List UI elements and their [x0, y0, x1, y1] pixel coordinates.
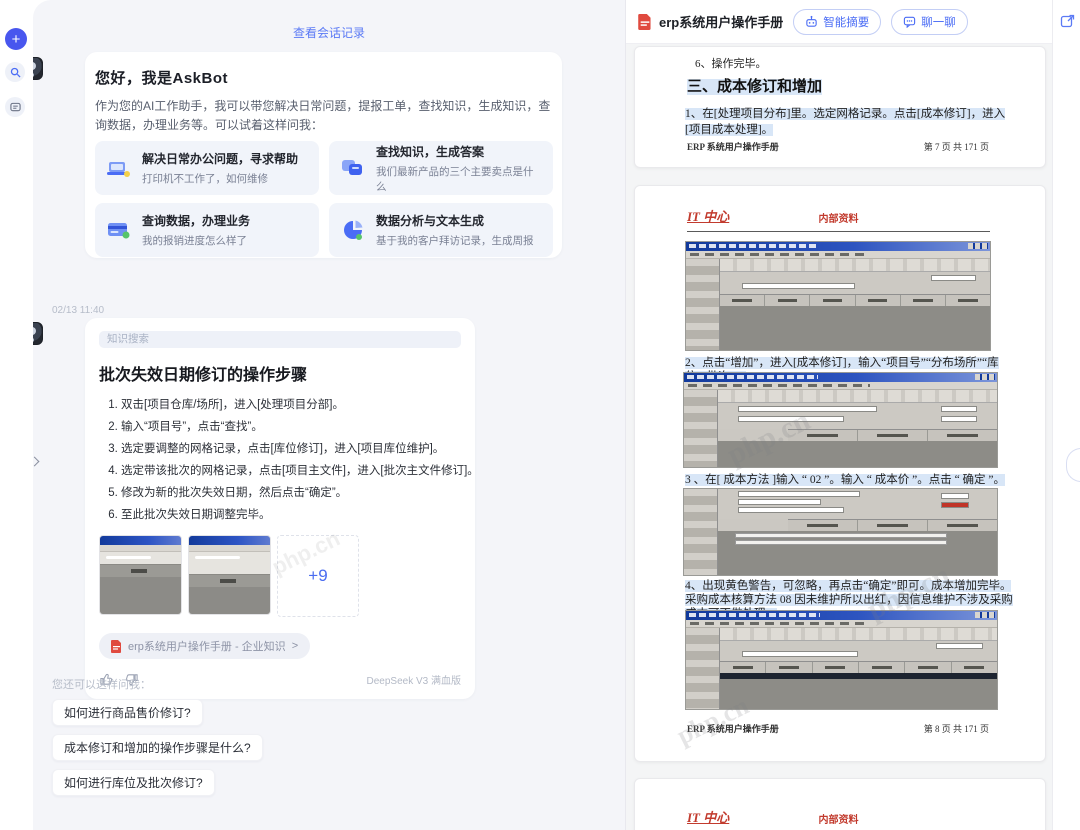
suggestion-card-grid: 解决日常办公问题，寻求帮助打印机不工作了，如何维修 查找知识，生成答案我们最新产…	[95, 141, 553, 257]
welcome-description: 作为您的AI工作助手，我可以带您解决日常问题，提报工单，查找知识，生成知识，查询…	[95, 97, 553, 135]
new-chat-button[interactable]: +	[5, 28, 27, 50]
card-title: 查询数据，办理业务	[142, 212, 250, 229]
plus-icon: +	[12, 32, 21, 47]
card-subtitle: 我们最新产品的三个主要卖点是什么	[376, 164, 543, 194]
collapse-panel-chevron-icon[interactable]	[31, 452, 45, 470]
answer-step: 双击[项目仓库/场所]，进入[处理项目分部]。	[121, 394, 461, 416]
search-icon	[10, 67, 21, 78]
message-timestamp: 02/13 11:40	[52, 305, 104, 316]
card-subtitle: 我的报销进度怎么样了	[142, 233, 250, 248]
suggestion-card-office-help[interactable]: 解决日常办公问题，寻求帮助打印机不工作了，如何维修	[95, 141, 319, 195]
erp-screenshot-thumbnail-2[interactable]	[188, 535, 271, 615]
suggestion-card-analysis[interactable]: 数据分析与文本生成基于我的客户拜访记录，生成周报	[329, 203, 553, 257]
answer-title: 批次失效日期修订的操作步骤	[99, 361, 461, 385]
followup-question[interactable]: 如何进行商品售价修订?	[52, 699, 203, 726]
smart-summary-label: 智能摘要	[823, 14, 869, 30]
conversations-button[interactable]	[5, 97, 25, 117]
chat-about-doc-button[interactable]: 聊一聊	[891, 9, 968, 35]
citation-arrow-icon: >	[292, 640, 298, 652]
followup-question[interactable]: 如何进行库位及批次修订?	[52, 769, 215, 796]
document-scroll-area[interactable]: 6、操作完毕。 三、成本修订和增加 1、在[处理项目分布]里。选定网格记录。点击…	[626, 44, 1052, 830]
chat-bubble-icon	[903, 15, 916, 28]
knowledge-search-badge: 知识搜索	[99, 331, 461, 348]
doc-text: 1、在[处理项目分布]里。选定网格记录。点击[成本修订]，进入[项目成本处理]。	[685, 105, 1019, 137]
card-title: 解决日常办公问题，寻求帮助	[142, 150, 298, 167]
document-header: erp系统用户操作手册 智能摘要 聊一聊	[626, 0, 1052, 44]
footer-title: ERP 系统用户操作手册	[687, 722, 779, 735]
pdf-page-8: IT 中心 内部资料	[634, 185, 1046, 762]
answer-step: 选定要调整的网格记录，点击[库位修订]，进入[项目库位维护]。	[121, 438, 461, 460]
citation-pill[interactable]: erp系统用户操作手册 - 企业知识 >	[99, 633, 310, 659]
answer-step: 选定带该批次的网格记录，点击[项目主文件]，进入[批次主文件修订]。	[121, 460, 461, 482]
app-window: + 查看会话记录 您好，我是AskBot 作为您的AI工作助手，我可以带您解决日…	[0, 0, 1080, 830]
pdf-page-7: 6、操作完毕。 三、成本修订和增加 1、在[处理项目分布]里。选定网格记录。点击…	[634, 46, 1046, 168]
suggestion-card-knowledge[interactable]: 查找知识，生成答案我们最新产品的三个主要卖点是什么	[329, 141, 553, 195]
pdf-icon	[111, 640, 122, 653]
office-help-icon	[105, 154, 133, 182]
doc-text: 6、操作完毕。	[695, 55, 767, 71]
card-title: 查找知识，生成答案	[376, 143, 543, 160]
followup-suggestions: 您还可以这样问我： 如何进行商品售价修订? 成本修订和增加的操作步骤是什么? 如…	[52, 676, 263, 804]
welcome-card: 您好，我是AskBot 作为您的AI工作助手，我可以带您解决日常问题，提报工单，…	[85, 52, 562, 258]
smart-summary-button[interactable]: 智能摘要	[793, 9, 881, 35]
footer-title: ERP 系统用户操作手册	[687, 140, 779, 153]
answer-step: 修改为新的批次失效日期，然后点击“确定”。	[121, 482, 461, 504]
more-images-tile[interactable]: +9	[277, 535, 359, 617]
document-title: erp系统用户操作手册	[659, 12, 783, 31]
document-panel: erp系统用户操作手册 智能摘要 聊一聊 6、操作完毕。 三、成本修订和增加 1…	[625, 0, 1052, 830]
knowledge-icon	[339, 154, 367, 182]
chat-history-icon	[10, 102, 21, 113]
erp-screenshot-2	[683, 372, 998, 468]
answer-images: +9	[99, 535, 461, 617]
model-label: DeepSeek V3 满血版	[367, 672, 462, 687]
citation-text: erp系统用户操作手册 - 企业知识	[128, 638, 286, 654]
analysis-icon	[339, 216, 367, 244]
view-history-link[interactable]: 查看会话记录	[33, 24, 625, 41]
answer-card: 知识搜索 批次失效日期修订的操作步骤 双击[项目仓库/场所]，进入[处理项目分部…	[85, 318, 475, 699]
erp-screenshot-thumbnail-1[interactable]	[99, 535, 182, 615]
page-footer: ERP 系统用户操作手册 第 7 页 共 171 页	[687, 140, 989, 153]
chat-about-doc-label: 聊一聊	[921, 14, 956, 30]
card-title: 数据分析与文本生成	[376, 212, 534, 229]
doc-heading: 三、成本修订和增加	[687, 73, 828, 99]
right-toolbar-strip	[1052, 0, 1080, 830]
suggestion-card-data-query[interactable]: 查询数据，办理业务我的报销进度怎么样了	[95, 203, 319, 257]
header-classification: 内部资料	[687, 210, 990, 225]
answer-step: 输入“项目号”，点击“查找”。	[121, 416, 461, 438]
pdf-icon	[638, 14, 652, 30]
erp-screenshot-3	[683, 488, 998, 576]
followup-question[interactable]: 成本修订和增加的操作步骤是什么?	[52, 734, 263, 761]
left-rail: +	[0, 0, 33, 830]
welcome-title: 您好，我是AskBot	[95, 67, 553, 88]
page-number: 第 8 页 共 171 页	[924, 722, 989, 735]
search-button[interactable]	[5, 62, 25, 82]
robot-icon	[805, 15, 818, 28]
header-classification: 内部资料	[687, 811, 990, 826]
data-query-icon	[105, 216, 133, 244]
erp-screenshot-1	[685, 241, 991, 351]
suggestions-label: 您还可以这样问我：	[52, 676, 263, 692]
page-header: IT 中心 内部资料	[687, 206, 990, 232]
card-subtitle: 基于我的客户拜访记录，生成周报	[376, 233, 534, 248]
pdf-page-9: IT 中心 内部资料	[634, 778, 1046, 830]
page-number: 第 7 页 共 171 页	[924, 140, 989, 153]
open-external-icon[interactable]	[1060, 13, 1076, 29]
page-header: IT 中心 内部资料	[687, 807, 990, 830]
page-footer: ERP 系统用户操作手册 第 8 页 共 171 页	[687, 722, 989, 735]
doc-text: 3 、在[ 成本方法 ]输入 “ 02 ”。输入 “ 成本价 ”。点击 “ 确定…	[685, 473, 1019, 487]
answer-step: 至此批次失效日期调整完毕。	[121, 504, 461, 526]
erp-screenshot-4	[685, 610, 998, 710]
answer-steps: 双击[项目仓库/场所]，进入[处理项目分部]。 输入“项目号”，点击“查找”。 …	[121, 394, 461, 526]
card-subtitle: 打印机不工作了，如何维修	[142, 171, 298, 186]
